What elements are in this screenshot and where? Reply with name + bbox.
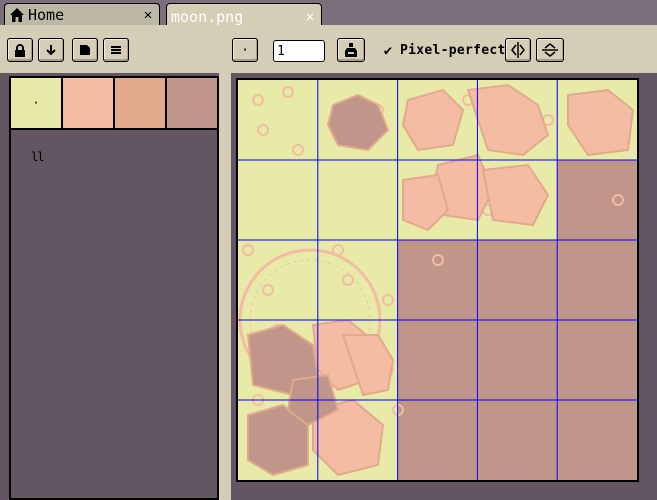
palette-swatch[interactable]: · [11, 78, 61, 128]
empty-cell [557, 160, 637, 241]
square-icon [80, 45, 90, 55]
empty-cell [557, 240, 637, 321]
close-icon[interactable]: ✕ [303, 10, 317, 24]
palette-resize-handle[interactable]: ll [31, 150, 44, 164]
move-down-button[interactable] [38, 38, 64, 62]
toolbar: · [0, 29, 657, 73]
palette-swatch[interactable] [115, 78, 165, 128]
arrow-down-icon [46, 45, 56, 56]
symmetry-vertical-button[interactable] [505, 38, 531, 62]
tab-home-label: Home [28, 6, 65, 24]
empty-cell [477, 400, 558, 480]
palette-swatches: · [11, 78, 217, 130]
tab-bar: Home ✕ moon.png ✕ [0, 0, 657, 29]
lock-button[interactable] [7, 38, 33, 62]
close-icon[interactable]: ✕ [141, 8, 155, 22]
pixel-perfect-label: Pixel-perfect [400, 43, 506, 58]
empty-cell [477, 320, 558, 401]
symmetry-vertical-icon [511, 42, 525, 58]
canvas-frame [236, 78, 639, 482]
ink-button[interactable] [337, 38, 365, 62]
lock-icon [15, 43, 25, 57]
ink-bottle-icon [345, 43, 357, 57]
brush-dot-icon: · [241, 42, 249, 58]
menu-icon [111, 46, 121, 54]
brush-shape-button[interactable]: · [232, 38, 258, 62]
empty-cell [397, 320, 478, 401]
symmetry-horizontal-button[interactable] [536, 38, 564, 62]
empty-cell [557, 320, 637, 401]
palette-menu-button[interactable] [103, 38, 129, 62]
palette-swatch[interactable] [63, 78, 113, 128]
panel-splitter[interactable] [219, 73, 231, 500]
palette-panel: · ll [9, 76, 219, 500]
palette-inner: · ll [11, 78, 217, 498]
empty-cell [397, 400, 478, 480]
sprite-editor [231, 73, 657, 500]
symmetry-horizontal-icon [542, 43, 558, 57]
sprite-canvas[interactable] [238, 80, 637, 480]
home-icon [10, 8, 24, 22]
tab-home[interactable]: Home ✕ [4, 3, 160, 26]
tab-moon-label: moon.png [171, 7, 244, 26]
brush-size-input[interactable] [273, 40, 325, 62]
palette-swatch[interactable] [167, 78, 217, 128]
color-mode-button[interactable] [72, 38, 98, 62]
empty-cell [397, 240, 478, 321]
empty-cell [557, 400, 637, 480]
pixel-perfect-checkbox[interactable]: ✔ [380, 43, 396, 59]
empty-cell [477, 240, 558, 321]
